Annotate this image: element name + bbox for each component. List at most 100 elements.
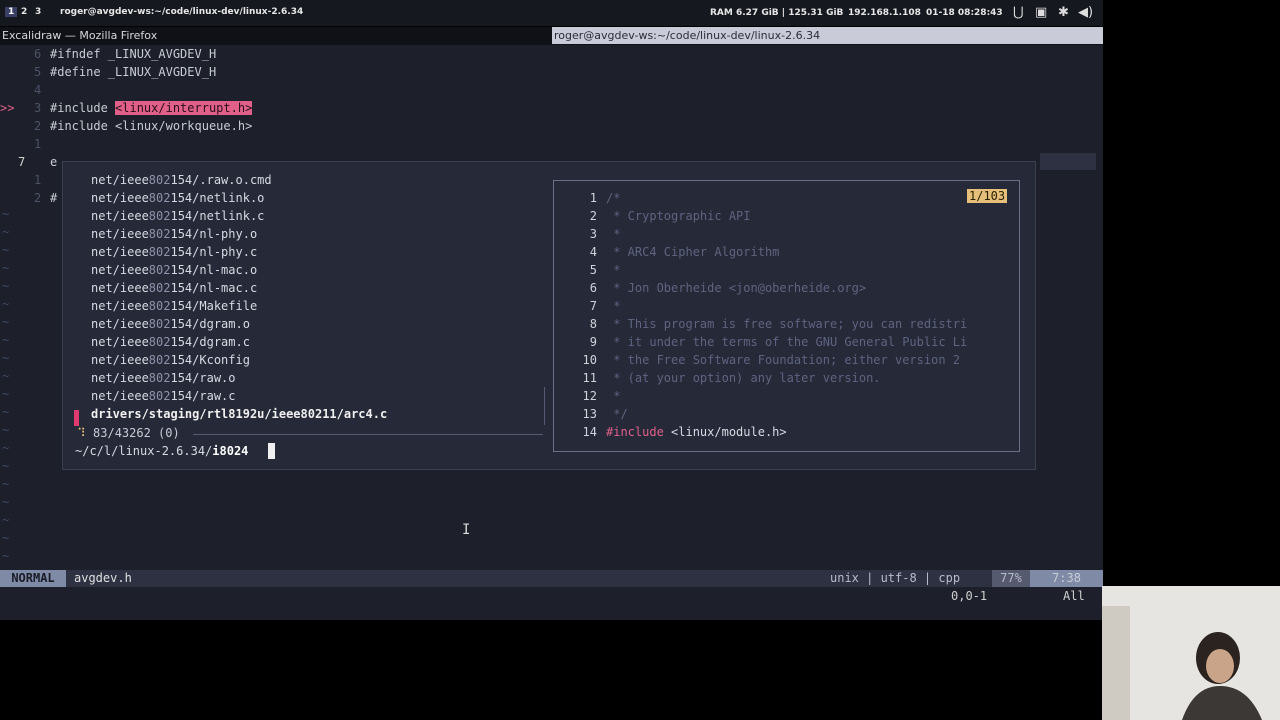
list-item[interactable]: net/ieee802154/nl-phy.c [91, 245, 257, 259]
vim-statusline: NORMAL avgdev.h unix | utf-8 | cpp 77% 7… [0, 570, 1103, 587]
scroll-percent: 77% [992, 570, 1030, 587]
preview-line: */ [606, 407, 628, 421]
list-item[interactable]: net/ieee802154/nl-mac.o [91, 263, 257, 277]
preview-line-number: 12 [582, 389, 597, 403]
input-cursor [268, 443, 275, 459]
preview-line: * This program is free software; you can… [606, 317, 968, 331]
empty-line-tilde: ~ [2, 495, 10, 509]
list-item[interactable]: net/ieee802154/raw.c [91, 389, 236, 403]
code-line[interactable]: #define _LINUX_AVGDEV_H [50, 63, 216, 81]
cursorline-highlight [1040, 153, 1096, 170]
empty-line-tilde: ~ [2, 405, 10, 419]
workspace-2[interactable]: 2 [21, 7, 27, 17]
include-keyword: #include [50, 101, 116, 115]
ram-usage: RAM 6.27 GiB | 125.31 GiB [710, 8, 844, 18]
code-line[interactable]: #ifndef _LINUX_AVGDEV_H [50, 45, 216, 63]
empty-line-tilde: ~ [2, 513, 10, 527]
workspace-1[interactable]: 1 [5, 7, 18, 17]
list-item[interactable]: net/ieee802154/netlink.c [91, 209, 264, 223]
line-number: 6 [34, 47, 42, 61]
terminal-window-title[interactable]: roger@avgdev-ws:~/code/linux-dev/linux-2… [552, 27, 1103, 44]
list-item[interactable]: net/ieee802154/raw.o [91, 371, 236, 385]
current-line-number: 7 [18, 155, 26, 169]
spinner-icon: ⠹ [77, 426, 86, 440]
preview-line-counter: 1/103 [967, 189, 1008, 203]
network-icon[interactable]: ▣ [1035, 5, 1047, 20]
empty-line-tilde: ~ [2, 441, 10, 455]
search-query: i8024 [212, 444, 249, 458]
divider [193, 434, 543, 435]
preview-line-number: 3 [589, 227, 597, 241]
list-item[interactable]: net/ieee802154/nl-phy.o [91, 227, 257, 241]
preview-line: * [606, 263, 621, 277]
list-item[interactable]: net/ieee802154/dgram.o [91, 317, 250, 331]
preview-line: * it under the terms of the GNU General … [606, 335, 968, 349]
list-item[interactable]: net/ieee802154/nl-mac.c [91, 281, 257, 295]
preview-line-number: 13 [582, 407, 597, 421]
clock: 01-18 08:28:43 [926, 8, 1003, 18]
preview-line-number: 11 [582, 371, 597, 385]
preview-line: * Jon Oberheide <jon@oberheide.org> [606, 281, 867, 295]
empty-line-tilde: ~ [2, 369, 10, 383]
preview-line: * (at your option) any later version. [606, 371, 881, 385]
webcam-overlay [1102, 586, 1280, 720]
window-title: roger@avgdev-ws:~/code/linux-dev/linux-2… [60, 7, 304, 17]
window-titles-row: Excalidraw — Mozilla Firefox roger@avgde… [0, 27, 1103, 45]
workspace-3[interactable]: 3 [35, 7, 41, 17]
error-highlight: <linux/interrupt.h> [115, 101, 253, 115]
vim-command-line[interactable]: 0,0-1 All [0, 587, 1103, 620]
list-item[interactable]: net/ieee802154/.raw.o.cmd [91, 173, 272, 187]
list-item-selected[interactable]: drivers/staging/rtl8192u/ieee80211/arc4.… [91, 407, 387, 421]
search-input[interactable]: ~/c/l/linux-2.6.34/i8024 [75, 444, 248, 458]
preview-line-number: 2 [589, 209, 597, 223]
preview-line: * [606, 389, 621, 403]
line-number: 4 [34, 83, 42, 97]
empty-line-tilde: ~ [2, 279, 10, 293]
ip-address: 192.168.1.108 [848, 8, 921, 18]
line-number: 1 [34, 137, 42, 151]
list-item[interactable]: net/ieee802154/Kconfig [91, 353, 250, 367]
preview-line-number: 8 [589, 317, 597, 331]
code-line[interactable]: # [50, 189, 57, 207]
tray-app-icon[interactable]: ⋃ [1013, 5, 1024, 20]
preview-line-number: 7 [589, 299, 597, 313]
line-number: 1 [34, 173, 42, 187]
empty-line-tilde: ~ [2, 459, 10, 473]
empty-line-tilde: ~ [2, 207, 10, 221]
preview-line: /* [606, 191, 621, 205]
fzf-file-finder[interactable]: net/ieee802154/.raw.o.cmd net/ieee802154… [62, 161, 1036, 470]
code-line-current[interactable]: e [50, 153, 57, 171]
file-name: avgdev.h [74, 571, 132, 585]
bluetooth-icon[interactable]: ✱ [1058, 5, 1069, 20]
code-line[interactable]: #include <linux/workqueue.h> [50, 117, 252, 135]
preview-line: * [606, 227, 621, 241]
empty-line-tilde: ~ [2, 225, 10, 239]
preview-line-number: 14 [582, 425, 597, 439]
terminal-title-text: roger@avgdev-ws:~/code/linux-dev/linux-2… [554, 29, 821, 42]
preview-line-number: 1 [589, 191, 597, 205]
preview-line: #include <linux/module.h> [606, 425, 787, 439]
match-counter: ⠹ 83/43262 (0) [77, 426, 180, 440]
preview-line-number: 6 [589, 281, 597, 295]
top-status-bar: 1 2 3 roger@avgdev-ws:~/code/linux-dev/l… [0, 0, 1103, 26]
line-number: 3 [34, 101, 42, 115]
empty-line-tilde: ~ [2, 351, 10, 365]
file-preview[interactable]: 1/103 1 /* 2 * Cryptographic API 3 * 4 *… [553, 180, 1020, 452]
firefox-window-title[interactable]: Excalidraw — Mozilla Firefox [2, 29, 157, 42]
empty-line-tilde: ~ [2, 549, 10, 563]
code-line[interactable]: #include <linux/interrupt.h> [50, 99, 253, 117]
preview-line: * Cryptographic API [606, 209, 751, 223]
preview-line-number: 5 [589, 263, 597, 277]
empty-line-tilde: ~ [2, 261, 10, 275]
empty-line-tilde: ~ [2, 243, 10, 257]
list-item[interactable]: net/ieee802154/dgram.c [91, 335, 250, 349]
list-item[interactable]: net/ieee802154/Makefile [91, 299, 257, 313]
webcam-person-image [1102, 586, 1280, 720]
ruler-scroll: All [1063, 589, 1085, 603]
empty-line-tilde: ~ [2, 297, 10, 311]
sign-marker: >> [0, 101, 15, 115]
scrollbar[interactable] [544, 387, 545, 425]
list-item[interactable]: net/ieee802154/netlink.o [91, 191, 264, 205]
volume-icon[interactable]: ◀) [1078, 5, 1093, 20]
preview-line-number: 9 [589, 335, 597, 349]
